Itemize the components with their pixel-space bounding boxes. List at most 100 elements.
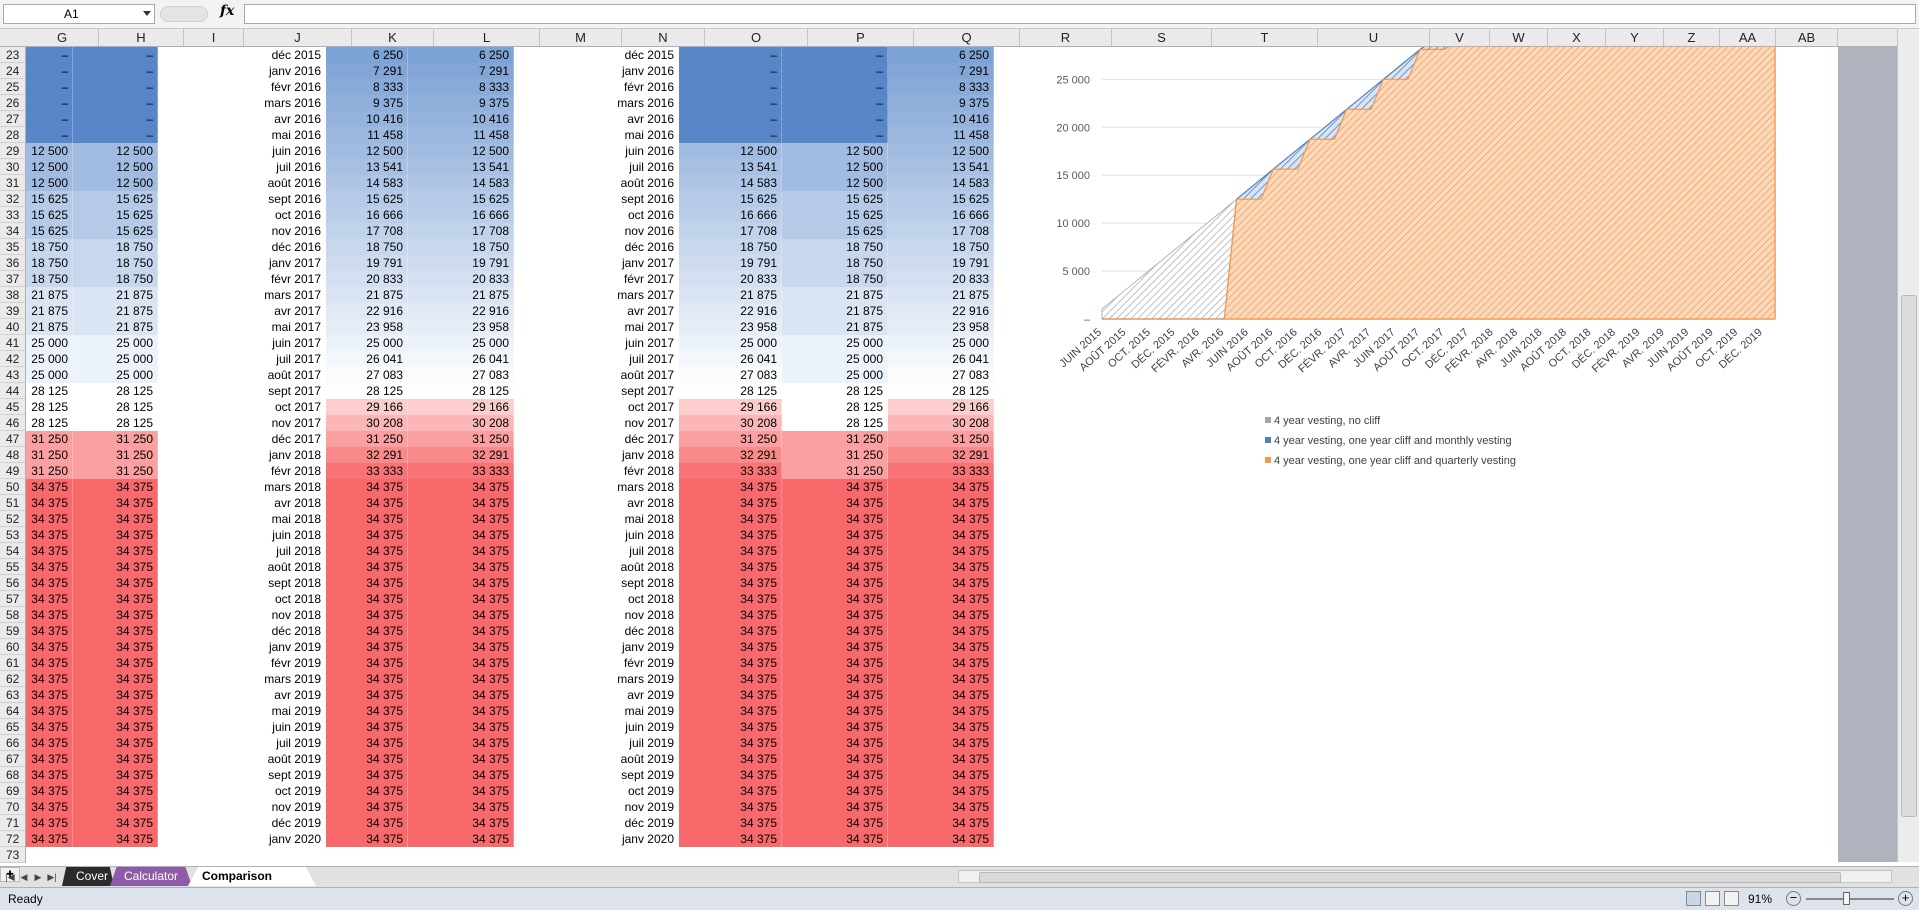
column-header-v[interactable]: V xyxy=(1430,29,1490,46)
column-header-y[interactable]: Y xyxy=(1606,29,1664,46)
cell-q[interactable]: 8 333 xyxy=(888,79,994,95)
cell-q[interactable]: 34 375 xyxy=(888,799,994,815)
cell-q[interactable]: 13 541 xyxy=(888,159,994,175)
cell-n[interactable]: juin 2019 xyxy=(596,719,679,735)
cell-l[interactable]: 33 333 xyxy=(408,463,514,479)
cell-o[interactable]: 34 375 xyxy=(679,607,782,623)
cell-p[interactable]: 34 375 xyxy=(782,799,888,815)
row-header[interactable]: 50 xyxy=(0,479,26,495)
cell-j[interactable]: déc 2019 xyxy=(218,815,326,831)
cell-j[interactable]: avr 2016 xyxy=(218,111,326,127)
cell-j[interactable]: janv 2016 xyxy=(218,63,326,79)
cell-n[interactable]: oct 2019 xyxy=(596,783,679,799)
cell-h[interactable]: 15 625 xyxy=(73,223,158,239)
cell-k[interactable]: 29 166 xyxy=(326,399,408,415)
row-header[interactable]: 55 xyxy=(0,559,26,575)
cell-k[interactable]: 13 541 xyxy=(326,159,408,175)
cell-q[interactable]: 7 291 xyxy=(888,63,994,79)
cell-o[interactable]: 21 875 xyxy=(679,287,782,303)
cell-q[interactable]: 34 375 xyxy=(888,767,994,783)
cell-l[interactable]: 6 250 xyxy=(408,47,514,63)
cell-k[interactable]: 34 375 xyxy=(326,591,408,607)
cell-l[interactable]: 34 375 xyxy=(408,671,514,687)
cell-q[interactable]: 34 375 xyxy=(888,719,994,735)
column-header-k[interactable]: K xyxy=(352,29,434,46)
cell-p[interactable]: 34 375 xyxy=(782,639,888,655)
cell-p[interactable]: 34 375 xyxy=(782,719,888,735)
cell-l[interactable]: 34 375 xyxy=(408,831,514,847)
column-header-aa[interactable]: AA xyxy=(1720,29,1776,46)
cell-j[interactable]: janv 2019 xyxy=(218,639,326,655)
cell-o[interactable]: 22 916 xyxy=(679,303,782,319)
cell-j[interactable]: mars 2017 xyxy=(218,287,326,303)
row-header[interactable]: 38 xyxy=(0,287,26,303)
cell-q[interactable]: 34 375 xyxy=(888,607,994,623)
column-header-u[interactable]: U xyxy=(1318,29,1430,46)
prev-sheet-icon[interactable]: ◀ xyxy=(18,870,30,884)
cell-n[interactable]: juil 2017 xyxy=(596,351,679,367)
cell-l[interactable]: 19 791 xyxy=(408,255,514,271)
cell-k[interactable]: 8 333 xyxy=(326,79,408,95)
cell-n[interactable]: mars 2016 xyxy=(596,95,679,111)
cell-j[interactable]: mars 2019 xyxy=(218,671,326,687)
cell-k[interactable]: 19 791 xyxy=(326,255,408,271)
cell-n[interactable]: nov 2018 xyxy=(596,607,679,623)
cell-n[interactable]: mai 2017 xyxy=(596,319,679,335)
cell-q[interactable]: 10 416 xyxy=(888,111,994,127)
cell-p[interactable]: 34 375 xyxy=(782,815,888,831)
cell-o[interactable]: 34 375 xyxy=(679,527,782,543)
cell-j[interactable]: avr 2017 xyxy=(218,303,326,319)
row-header[interactable]: 43 xyxy=(0,367,26,383)
cell-l[interactable]: 34 375 xyxy=(408,687,514,703)
row-header[interactable]: 49 xyxy=(0,463,26,479)
column-header-o[interactable]: O xyxy=(705,29,808,46)
cell-n[interactable]: févr 2016 xyxy=(596,79,679,95)
cell-q[interactable]: 14 583 xyxy=(888,175,994,191)
cell-p[interactable]: 12 500 xyxy=(782,175,888,191)
cell-h[interactable]: – xyxy=(73,79,158,95)
cell-j[interactable]: sept 2016 xyxy=(218,191,326,207)
vertical-scrollbar[interactable] xyxy=(1897,29,1919,862)
row-header[interactable]: 48 xyxy=(0,447,26,463)
cell-n[interactable]: août 2019 xyxy=(596,751,679,767)
cell-o[interactable]: 34 375 xyxy=(679,783,782,799)
cell-h[interactable]: 34 375 xyxy=(73,639,158,655)
insert-function-icon[interactable]: fx xyxy=(220,3,234,19)
cell-p[interactable]: 34 375 xyxy=(782,543,888,559)
cell-p[interactable]: 15 625 xyxy=(782,191,888,207)
cell-l[interactable]: 34 375 xyxy=(408,527,514,543)
cell-h[interactable]: 34 375 xyxy=(73,527,158,543)
formula-input[interactable] xyxy=(244,4,1916,24)
column-header-ab[interactable]: AB xyxy=(1776,29,1838,46)
cell-q[interactable]: 29 166 xyxy=(888,399,994,415)
cell-k[interactable]: 34 375 xyxy=(326,575,408,591)
cell-o[interactable]: 34 375 xyxy=(679,751,782,767)
cell-n[interactable]: déc 2017 xyxy=(596,431,679,447)
cell-p[interactable]: 34 375 xyxy=(782,479,888,495)
cell-n[interactable]: mai 2019 xyxy=(596,703,679,719)
cell-j[interactable]: nov 2016 xyxy=(218,223,326,239)
column-header-w[interactable]: W xyxy=(1490,29,1548,46)
cell-n[interactable]: oct 2018 xyxy=(596,591,679,607)
first-sheet-icon[interactable]: |◀ xyxy=(4,870,16,884)
cell-p[interactable]: – xyxy=(782,127,888,143)
cell-p[interactable]: 18 750 xyxy=(782,271,888,287)
cell-q[interactable]: 34 375 xyxy=(888,479,994,495)
column-header-l[interactable]: L xyxy=(434,29,540,46)
cell-p[interactable]: 34 375 xyxy=(782,735,888,751)
row-header[interactable]: 29 xyxy=(0,143,26,159)
cell-l[interactable]: 34 375 xyxy=(408,559,514,575)
cell-o[interactable]: 34 375 xyxy=(679,831,782,847)
row-header[interactable]: 31 xyxy=(0,175,26,191)
cell-o[interactable]: 34 375 xyxy=(679,623,782,639)
cell-n[interactable]: juin 2017 xyxy=(596,335,679,351)
cell-l[interactable]: 34 375 xyxy=(408,799,514,815)
cell-h[interactable]: 21 875 xyxy=(73,303,158,319)
cell-h[interactable]: 34 375 xyxy=(73,687,158,703)
cell-q[interactable]: 18 750 xyxy=(888,239,994,255)
cell-l[interactable]: 34 375 xyxy=(408,703,514,719)
cell-j[interactable]: juil 2017 xyxy=(218,351,326,367)
worksheet-grid[interactable]: – 5 000 10 000 15 000 20 000 25 000 JUIN 2015… xyxy=(0,47,1838,862)
cell-h[interactable]: 34 375 xyxy=(73,799,158,815)
cell-o[interactable]: 12 500 xyxy=(679,143,782,159)
